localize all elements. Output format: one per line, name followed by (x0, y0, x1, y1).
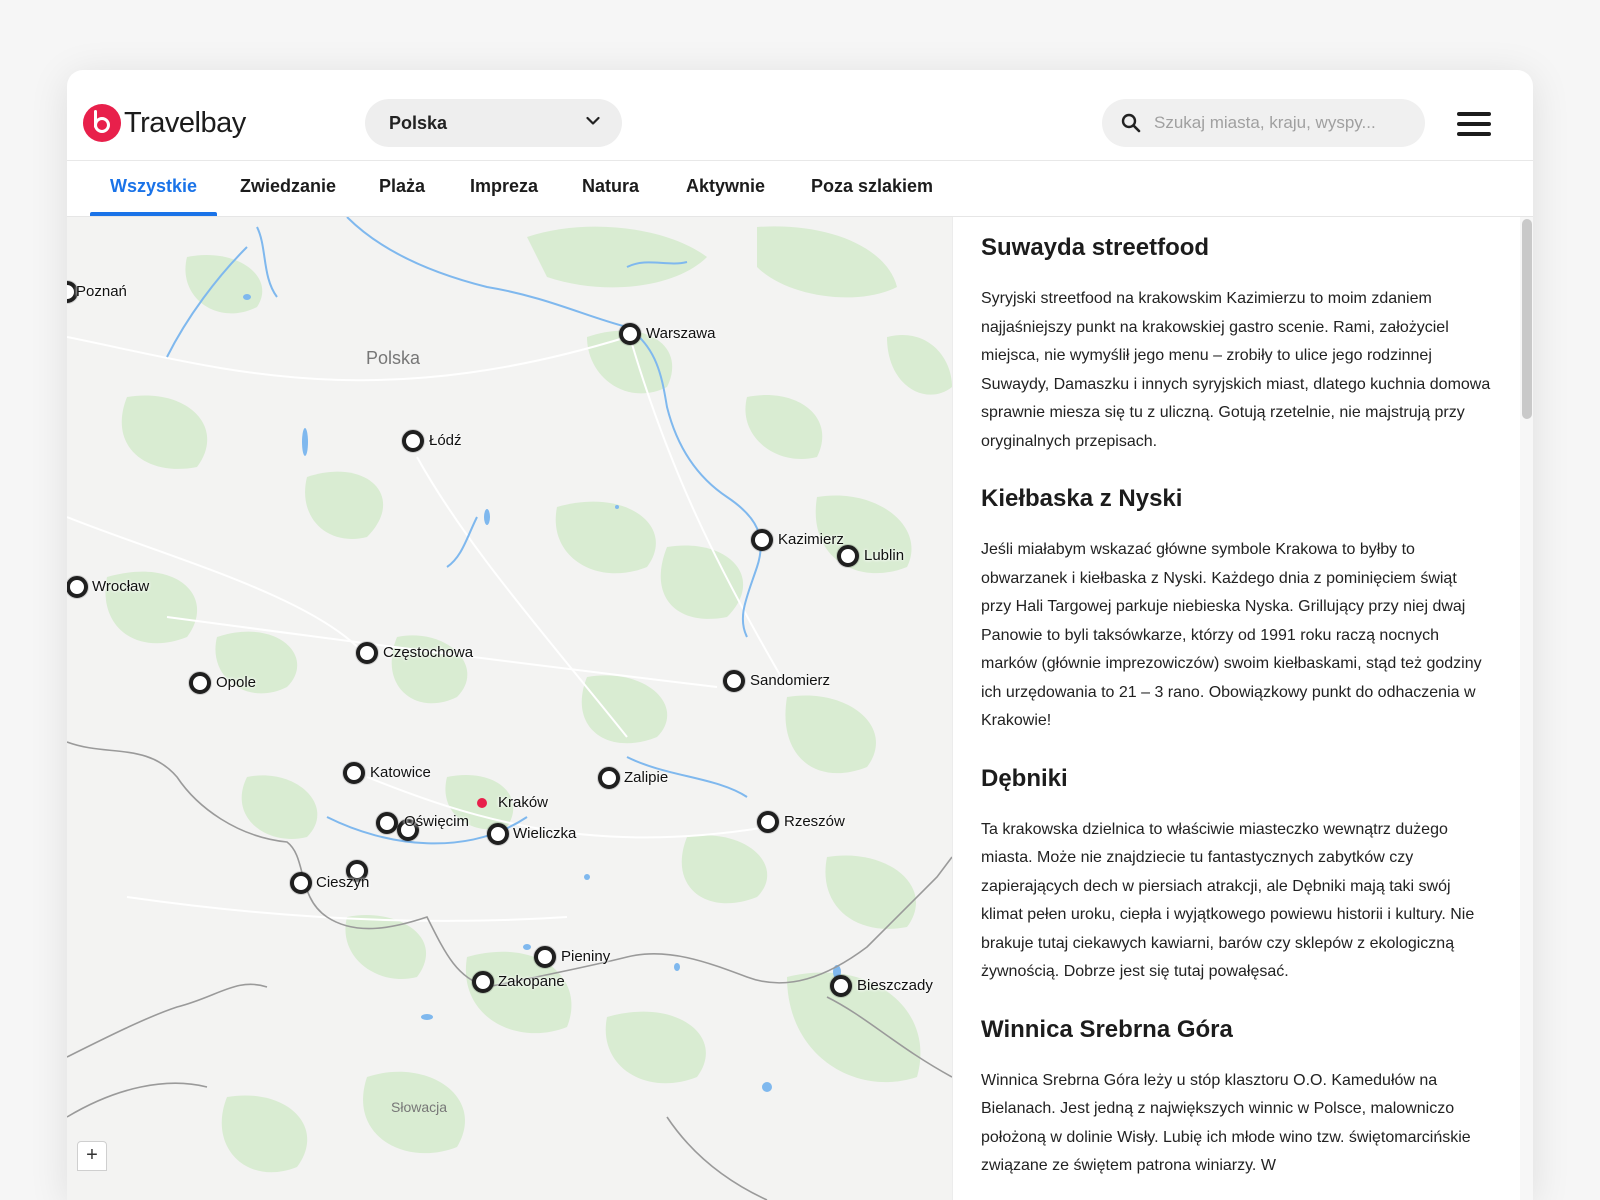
country-label: Polska (366, 348, 421, 368)
tab-natura[interactable]: Natura (582, 160, 639, 216)
tab-zwiedzanie[interactable]: Zwiedzanie (240, 160, 336, 216)
article-title: Suwayda streetfood (981, 234, 1210, 261)
map-marker-label: Zakopane (498, 973, 565, 990)
map-marker-zalipie[interactable] (598, 767, 620, 789)
tab-wszystkie[interactable]: Wszystkie (89, 160, 218, 216)
map-marker-wieliczka[interactable] (487, 823, 509, 845)
map-marker-label: Kraków (498, 794, 549, 811)
map-marker-label: Częstochowa (383, 644, 474, 661)
logo-text: Travelbay (124, 106, 246, 139)
map-marker-label: Wieliczka (513, 825, 577, 842)
search-input[interactable] (1152, 112, 1406, 134)
country-select[interactable]: Polska (365, 99, 622, 147)
map-marker-label: Poznań (76, 283, 127, 300)
tab-aktywnie[interactable]: Aktywnie (686, 160, 765, 216)
travelbay-logo[interactable]: Travelbay (83, 103, 246, 143)
tab-plaza[interactable]: Plaża (379, 160, 425, 216)
map-marker-label: Sandomierz (750, 672, 831, 689)
map-marker-sandomierz[interactable] (723, 670, 745, 692)
map-marker-kazimierz[interactable] (751, 529, 773, 551)
map-marker-lublin[interactable] (837, 545, 859, 567)
article-body: Ta krakowska dzielnica to właściwie mias… (981, 820, 1475, 981)
map-marker-label: Zalipie (624, 769, 669, 786)
logo-icon (83, 104, 121, 142)
map-view[interactable]: Polska Słowacja Poznań Warszawa Łódź Kaz… (67, 217, 952, 1200)
chevron-down-icon (586, 116, 600, 125)
map-background (67, 217, 952, 1200)
map-marker-czestochowa[interactable] (356, 642, 378, 664)
map-marker-bieszczady[interactable] (830, 975, 852, 997)
map-marker-label: Lublin (864, 547, 905, 564)
article-body: Winnica Srebrna Góra leży u stóp klaszto… (981, 1071, 1471, 1175)
article-title: Kiełbaska z Nyski (981, 485, 1183, 512)
map-marker-opole[interactable] (189, 672, 211, 694)
map-marker-label: Opole (216, 674, 257, 691)
map-marker-label: Łódź (429, 432, 462, 449)
map-marker-label: Kazimierz (778, 531, 844, 548)
app-window: Travelbay Polska Wszystkie Zwiedzanie Pl… (67, 70, 1533, 1200)
map-marker-label: Wrocław (92, 578, 150, 595)
article-title: Dębniki (981, 764, 1068, 792)
map-marker-rzeszow[interactable] (757, 811, 779, 833)
map-marker-label: Pieniny (561, 948, 611, 965)
article-body: Jeśli miałabym wskazać główne symbole Kr… (981, 541, 1482, 729)
map-marker-cieszyn[interactable] (290, 872, 312, 894)
article-title: Winnica Srebrna Góra (981, 1015, 1233, 1043)
map-marker-label: Rzeszów (784, 813, 845, 830)
map-marker-katowice[interactable] (343, 762, 365, 784)
map-marker-label: Bieszczady (857, 977, 933, 994)
map-marker-zakopane[interactable] (472, 971, 494, 993)
map-marker-label: Oświęcim (404, 813, 470, 830)
map-marker-oswiecim[interactable] (376, 812, 398, 834)
article-panel[interactable]: Suwayda streetfood Syryjski streetfood n… (952, 217, 1533, 1200)
scrollbar-thumb[interactable] (1522, 219, 1532, 419)
search-bar (1102, 99, 1425, 147)
map-marker-label: Cieszyn (316, 874, 370, 891)
top-header: Travelbay Polska (67, 70, 1533, 161)
zoom-in-button[interactable]: + (77, 1141, 107, 1171)
map-marker-pieniny[interactable] (534, 946, 556, 968)
map-marker-label: Warszawa (646, 325, 716, 342)
map-marker-krakow[interactable] (477, 798, 487, 808)
map-marker-label: Katowice (370, 764, 431, 781)
map-marker-warszawa[interactable] (619, 323, 641, 345)
map-marker-lodz[interactable] (402, 430, 424, 452)
search-icon[interactable] (1120, 112, 1142, 134)
country-select-value: Polska (389, 112, 448, 133)
map-marker-wroclaw[interactable] (67, 576, 88, 598)
article-list: Suwayda streetfood Syryjski streetfood n… (981, 217, 1491, 1200)
article-body: Syryjski streetfood na krakowskim Kazimi… (981, 290, 1491, 450)
tab-poza-szlakiem[interactable]: Poza szlakiem (811, 160, 933, 216)
tab-impreza[interactable]: Impreza (470, 160, 538, 216)
category-tabs: Wszystkie Zwiedzanie Plaża Impreza Natur… (67, 160, 1533, 217)
neighbor-country-label: Słowacja (391, 1099, 448, 1115)
hamburger-menu-icon[interactable] (1457, 112, 1491, 136)
